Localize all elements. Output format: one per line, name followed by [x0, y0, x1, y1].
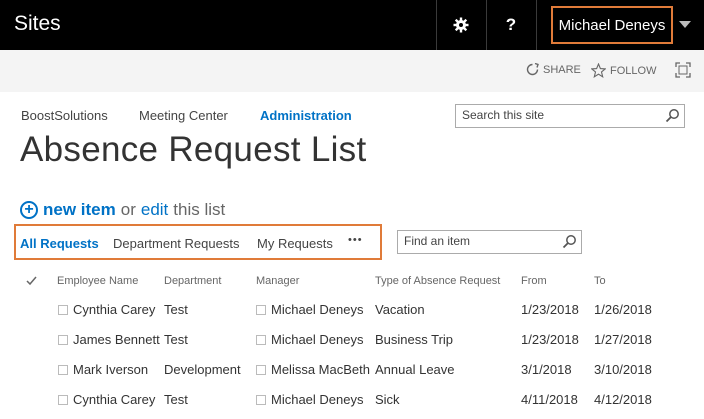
find-item-box [397, 230, 582, 254]
select-all-checkmark-icon[interactable] [26, 276, 37, 286]
site-search-input[interactable] [462, 108, 652, 122]
follow-label: FOLLOW [610, 64, 657, 77]
presence-icon [58, 335, 68, 345]
chevron-down-icon[interactable] [679, 21, 691, 28]
cell-manager[interactable]: Melissa MacBeth [271, 362, 370, 377]
cell-to: 4/12/2018 [594, 392, 652, 407]
cell-from: 4/11/2018 [521, 392, 578, 407]
presence-icon [256, 335, 266, 345]
cell-manager[interactable]: Michael Deneys [271, 302, 364, 317]
share-icon [526, 63, 539, 76]
search-icon[interactable] [665, 108, 680, 123]
presence-icon [256, 395, 266, 405]
cell-absence-type: Vacation [375, 302, 425, 317]
cell-department: Test [164, 332, 188, 347]
column-header-to[interactable]: To [594, 275, 606, 287]
column-header-absence-type[interactable]: Type of Absence Request [375, 275, 500, 287]
settings-button[interactable] [437, 0, 485, 50]
cell-employee[interactable]: James Bennett [73, 332, 160, 347]
star-icon [591, 63, 606, 78]
presence-icon [256, 305, 266, 315]
this-list-text: this list [173, 200, 226, 219]
presence-icon [256, 365, 266, 375]
column-header-department[interactable]: Department [164, 275, 221, 287]
view-my-requests[interactable]: My Requests [257, 236, 333, 251]
find-item-input[interactable] [404, 234, 554, 248]
nav-link-meeting-center[interactable]: Meeting Center [139, 108, 228, 123]
user-menu[interactable]: Michael Deneys [551, 6, 673, 44]
search-icon[interactable] [562, 234, 577, 249]
suite-title[interactable]: Sites [14, 12, 61, 36]
cell-to: 1/27/2018 [594, 332, 652, 347]
focus-content-icon[interactable] [675, 62, 691, 78]
site-search-box [455, 104, 685, 128]
share-label: SHARE [543, 63, 581, 76]
divider [536, 0, 537, 50]
list-command-bar: + new item or edit this list [20, 200, 225, 220]
presence-icon [58, 365, 68, 375]
cell-employee[interactable]: Cynthia Carey [73, 392, 155, 407]
cell-employee[interactable]: Mark Iverson [73, 362, 148, 377]
plus-circle-icon[interactable]: + [20, 201, 38, 219]
cell-department: Development [164, 362, 241, 377]
cell-department: Test [164, 302, 188, 317]
help-button[interactable]: ? [487, 0, 535, 50]
suite-bar: Sites ? Michael Deneys [0, 0, 704, 50]
cell-from: 1/23/2018 [521, 302, 579, 317]
cell-department: Test [164, 392, 188, 407]
presence-icon [58, 305, 68, 315]
edit-link[interactable]: edit [141, 200, 168, 220]
nav-link-boostsolutions[interactable]: BoostSolutions [21, 108, 108, 123]
cell-manager[interactable]: Michael Deneys [271, 332, 364, 347]
cell-to: 1/26/2018 [594, 302, 652, 317]
gear-icon [453, 17, 469, 33]
cell-employee[interactable]: Cynthia Carey [73, 302, 155, 317]
cell-from: 3/1/2018 [521, 362, 572, 377]
cell-manager[interactable]: Michael Deneys [271, 392, 364, 407]
cell-absence-type: Sick [375, 392, 400, 407]
share-button[interactable]: SHARE [526, 63, 581, 76]
view-department-requests[interactable]: Department Requests [113, 236, 239, 251]
cell-absence-type: Annual Leave [375, 362, 455, 377]
follow-button[interactable]: FOLLOW [591, 63, 656, 78]
action-bar: SHARE FOLLOW [0, 50, 704, 92]
view-all-requests[interactable]: All Requests [20, 236, 99, 251]
or-text: or [120, 200, 136, 219]
nav-link-administration[interactable]: Administration [260, 108, 352, 123]
column-header-manager[interactable]: Manager [256, 275, 299, 287]
column-header-employee-name[interactable]: Employee Name [57, 275, 138, 287]
column-header-from[interactable]: From [521, 275, 547, 287]
cell-from: 1/23/2018 [521, 332, 579, 347]
cell-to: 3/10/2018 [594, 362, 652, 377]
more-views-button[interactable]: ••• [348, 234, 363, 246]
page-title: Absence Request List [20, 130, 367, 169]
cell-absence-type: Business Trip [375, 332, 454, 347]
presence-icon [58, 395, 68, 405]
new-item-link[interactable]: new item [43, 200, 116, 220]
